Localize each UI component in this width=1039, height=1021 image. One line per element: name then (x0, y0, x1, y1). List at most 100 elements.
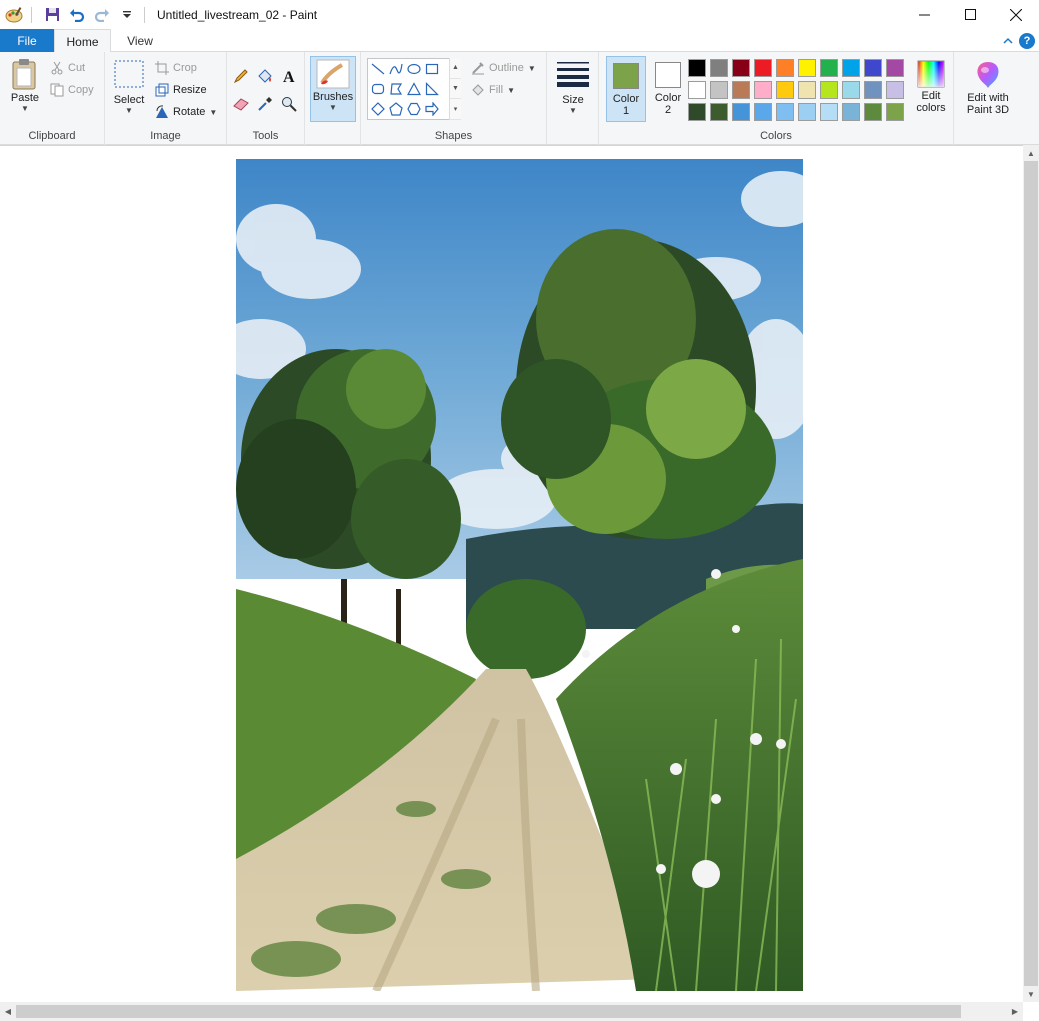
horizontal-scrollbar[interactable]: ◀ ▶ (0, 1002, 1023, 1021)
palette-swatch[interactable] (730, 57, 752, 79)
arrow-shape-icon[interactable] (423, 100, 441, 118)
save-icon[interactable] (41, 4, 63, 26)
palette-swatch[interactable] (796, 101, 818, 123)
undo-icon[interactable] (66, 4, 88, 26)
tab-home[interactable]: Home (54, 29, 111, 53)
redo-icon[interactable] (91, 4, 113, 26)
chevron-down-icon[interactable]: ▼ (450, 79, 461, 100)
palette-swatch[interactable] (708, 101, 730, 123)
text-tool-icon[interactable]: A (279, 66, 299, 86)
palette-swatch-color (820, 103, 838, 121)
expand-gallery-icon[interactable]: ▾ (450, 99, 461, 121)
collapse-ribbon-icon[interactable] (1003, 37, 1013, 45)
fill-label: Fill (489, 84, 504, 96)
palette-swatch[interactable] (840, 57, 862, 79)
pentagon-shape-icon[interactable] (387, 100, 405, 118)
magnifier-icon[interactable] (279, 94, 299, 114)
rectangle-shape-icon[interactable] (423, 60, 441, 78)
scroll-left-icon[interactable]: ◀ (0, 1003, 16, 1019)
edit-with-paint3d-button[interactable]: Edit with Paint 3D (960, 60, 1016, 116)
minimize-button[interactable] (901, 0, 947, 29)
palette-swatch[interactable] (774, 57, 796, 79)
palette-swatch[interactable] (818, 79, 840, 101)
close-button[interactable] (993, 0, 1039, 29)
outline-button[interactable]: Outline ▼ (471, 58, 536, 78)
tab-file[interactable]: File (0, 29, 54, 52)
palette-swatch[interactable] (796, 57, 818, 79)
palette-swatch[interactable] (686, 57, 708, 79)
fill-button[interactable]: Fill ▼ (471, 80, 515, 100)
polygon-shape-icon[interactable] (387, 80, 405, 98)
vertical-scroll-thumb[interactable] (1024, 161, 1038, 986)
help-icon[interactable]: ? (1019, 32, 1035, 49)
palette-swatch[interactable] (686, 101, 708, 123)
maximize-button[interactable] (947, 0, 993, 29)
palette-swatch[interactable] (840, 79, 862, 101)
rounded-rectangle-shape-icon[interactable] (369, 80, 387, 98)
palette-swatch[interactable] (730, 101, 752, 123)
palette-swatch[interactable] (818, 101, 840, 123)
color2-label: Color (654, 92, 682, 104)
palette-swatch-color (710, 81, 728, 99)
triangle-shape-icon[interactable] (405, 80, 423, 98)
palette-swatch[interactable] (884, 57, 906, 79)
eraser-icon[interactable] (231, 94, 251, 114)
color1-button[interactable]: Color 1 (606, 56, 646, 122)
scroll-up-icon[interactable]: ▲ (1023, 145, 1039, 161)
fill-bucket-icon[interactable] (255, 66, 275, 86)
palette-swatch[interactable] (708, 57, 730, 79)
palette-swatch[interactable] (730, 79, 752, 101)
curve-shape-icon[interactable] (387, 60, 405, 78)
palette-swatch-color (688, 103, 706, 121)
palette-swatch[interactable] (796, 79, 818, 101)
diamond-shape-icon[interactable] (369, 100, 387, 118)
palette-swatch[interactable] (774, 101, 796, 123)
paste-button[interactable]: Paste ▼ (6, 58, 44, 113)
copy-button[interactable]: Copy (50, 80, 94, 100)
palette-swatch[interactable] (862, 79, 884, 101)
canvas-image[interactable] (236, 159, 803, 991)
size-button[interactable]: Size ▼ (553, 60, 593, 115)
cut-button[interactable]: Cut (50, 58, 85, 78)
crop-icon (155, 61, 169, 75)
palette-swatch[interactable] (708, 79, 730, 101)
palette-swatch[interactable] (752, 57, 774, 79)
palette-swatch[interactable] (818, 57, 840, 79)
palette-swatch-color (710, 103, 728, 121)
palette-swatch[interactable] (752, 79, 774, 101)
horizontal-scroll-thumb[interactable] (16, 1005, 961, 1018)
palette-swatch[interactable] (862, 57, 884, 79)
palette-swatch[interactable] (884, 79, 906, 101)
edit-colors-button[interactable]: Edit colors (910, 60, 952, 114)
vertical-scrollbar[interactable]: ▲ ▼ (1023, 145, 1039, 1002)
line-shape-icon[interactable] (369, 60, 387, 78)
shapes-gallery[interactable] (367, 58, 461, 120)
scroll-right-icon[interactable]: ▶ (1007, 1003, 1023, 1019)
palette-swatch-color (776, 81, 794, 99)
shapes-group: ▲ ▼ ▾ Outline ▼ Fill ▼ Shapes (361, 52, 547, 145)
brushes-button[interactable]: Brushes ▼ (310, 56, 356, 122)
tab-view[interactable]: View (111, 29, 169, 52)
right-triangle-shape-icon[interactable] (423, 80, 441, 98)
select-button[interactable]: Select ▼ (111, 60, 147, 115)
rotate-button[interactable]: Rotate ▼ (155, 102, 217, 122)
palette-swatch[interactable] (686, 79, 708, 101)
clipboard-group-label: Clipboard (28, 130, 76, 142)
palette-swatch[interactable] (862, 101, 884, 123)
shapes-scroll[interactable]: ▲ ▼ ▾ (449, 58, 461, 121)
color-picker-icon[interactable] (255, 94, 275, 114)
color2-button[interactable]: Color 2 (648, 56, 688, 122)
pencil-icon[interactable] (231, 66, 251, 86)
palette-swatch[interactable] (752, 101, 774, 123)
chevron-up-icon[interactable]: ▲ (450, 58, 461, 79)
palette-swatch[interactable] (840, 101, 862, 123)
resize-button[interactable]: Resize (155, 80, 207, 100)
palette-swatch[interactable] (884, 101, 906, 123)
customize-quick-access-icon[interactable] (116, 4, 138, 26)
paint-app-icon[interactable] (3, 4, 25, 26)
hexagon-shape-icon[interactable] (405, 100, 423, 118)
scroll-down-icon[interactable]: ▼ (1023, 986, 1039, 1002)
crop-button[interactable]: Crop (155, 58, 197, 78)
oval-shape-icon[interactable] (405, 60, 423, 78)
palette-swatch[interactable] (774, 79, 796, 101)
